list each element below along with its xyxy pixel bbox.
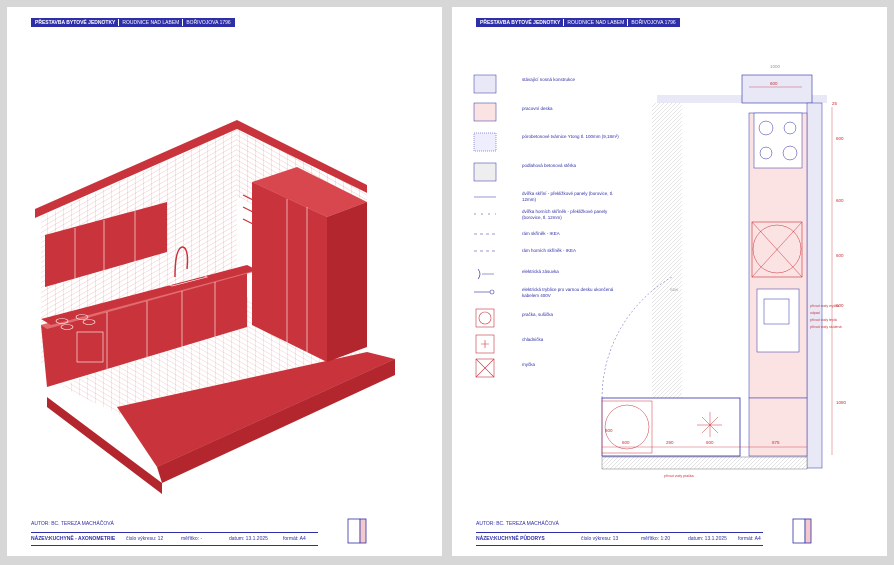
note-hot-water: přívod vody teplá <box>810 318 837 322</box>
studio-logo-icon <box>347 518 367 544</box>
dim-side: 600 <box>836 136 844 141</box>
page-axonometry: PŘESTAVBA BYTOVÉ JEDNOTKY ROUDNICE NAD L… <box>7 7 442 556</box>
title-block: NÁZEV: KUCHYNĚ PŮDORYS číslo výkresu: 13… <box>476 532 763 546</box>
format: formát: A4 <box>283 536 306 542</box>
page-floor-plan: PŘESTAVBA BYTOVÉ JEDNOTKY ROUDNICE NAD L… <box>452 7 887 556</box>
kitchen-floor-plan: 1000 600 600 600 600 600 1080 25 600 290… <box>601 64 847 478</box>
dim-bottom: 600 <box>706 440 714 445</box>
dim-top-wall: 1000 <box>770 64 781 69</box>
dim-top-module: 600 <box>770 81 778 86</box>
format: formát: A4 <box>738 536 761 542</box>
wall-label: SDK <box>670 287 679 292</box>
note-washer-water: přívod vody pračka <box>664 474 694 478</box>
dim-bottom: 290 <box>666 440 674 445</box>
author: AUTOR: BC. TEREZA MACHÁČOVÁ <box>476 521 559 527</box>
name-label: NÁZEV: <box>476 536 495 542</box>
dim-bottom: 875 <box>772 440 780 445</box>
date: datum: 13.1.2025 <box>229 536 268 542</box>
name-label: NÁZEV: <box>31 536 50 542</box>
note-drain: odpad <box>810 311 820 315</box>
note-dishwasher-water: přívod vody myčka <box>810 304 839 308</box>
drawing-name: KUCHYNĚ PŮDORYS <box>494 536 545 542</box>
dim-side: 600 <box>836 198 844 203</box>
dim-bottom-left: 600 <box>605 428 613 433</box>
title-block: NÁZEV: KUCHYNĚ - AXONOMETRIE číslo výkre… <box>31 532 318 546</box>
scale: měřítko: 1:20 <box>641 536 671 542</box>
sheet-number: číslo výkresu: 13 <box>581 536 619 542</box>
studio-logo-icon <box>792 518 812 544</box>
dim-side-top: 25 <box>832 101 838 106</box>
dim-side: 600 <box>836 253 844 258</box>
note-cold-water: přívod vody studená <box>810 325 842 329</box>
dim-bottom: 600 <box>622 440 630 445</box>
drawing-name: KUCHYNĚ - AXONOMETRIE <box>49 536 116 542</box>
sheet-number: číslo výkresu: 12 <box>126 536 164 542</box>
scale: měřítko: - <box>181 536 203 542</box>
kitchen-axonometry <box>35 120 395 494</box>
date: datum: 13.1.2025 <box>688 536 727 542</box>
dim-side: 1080 <box>836 400 847 405</box>
author: AUTOR: BC. TEREZA MACHÁČOVÁ <box>31 521 114 527</box>
